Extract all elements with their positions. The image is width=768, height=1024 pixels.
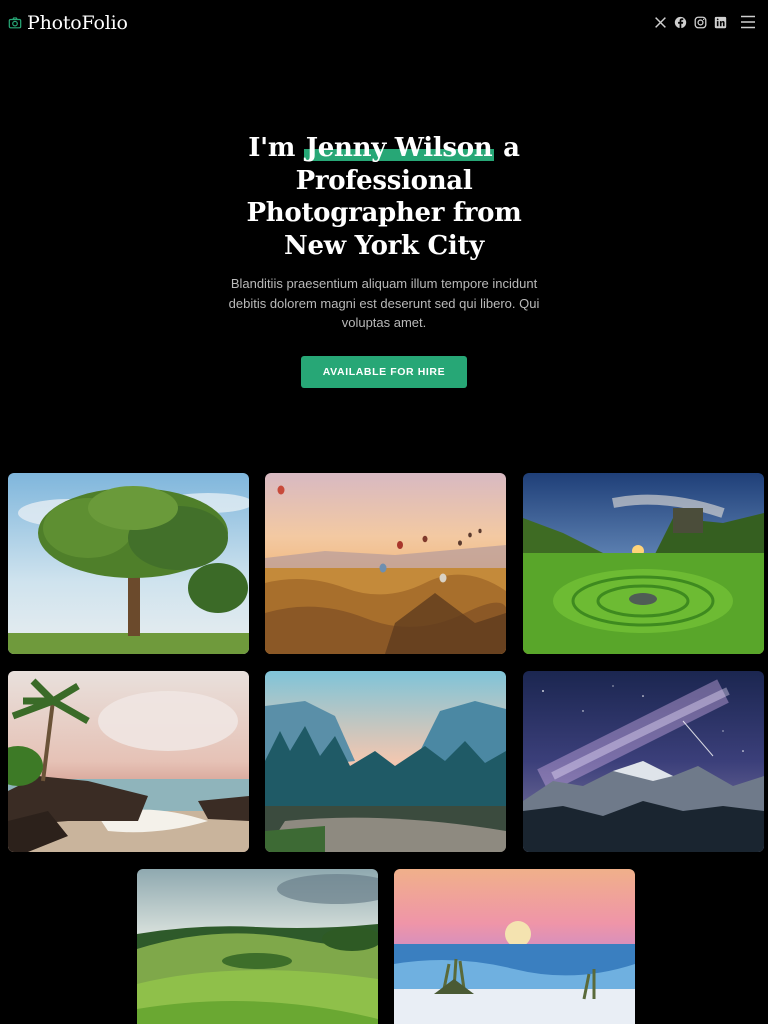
highlighted-name: Jenny Wilson [303, 133, 494, 163]
instagram-icon[interactable] [694, 16, 707, 29]
brand-name: PhotoFolio [27, 12, 128, 34]
available-for-hire-button[interactable]: AVAILABLE FOR HIRE [301, 355, 467, 388]
gallery-photo-misty-forest[interactable] [265, 671, 506, 852]
gallery-photo-balloons[interactable] [265, 473, 506, 654]
logo-link[interactable]: PhotoFolio [8, 12, 128, 34]
x-twitter-icon[interactable] [654, 16, 667, 29]
hero-section: I'm Jenny Wilson a Professional Photogra… [0, 132, 768, 388]
camera-icon [8, 17, 22, 29]
gallery-photo-pink-moon[interactable] [394, 869, 635, 1024]
facebook-icon[interactable] [674, 16, 687, 29]
gallery-photo-night-sky[interactable] [523, 671, 764, 852]
gallery-photo-beach-palm[interactable] [8, 671, 249, 852]
social-links [654, 15, 756, 29]
hero-description: Blanditiis praesentium aliquam illum tem… [228, 276, 540, 330]
gallery-photo-tree[interactable] [8, 473, 249, 654]
gallery-photo-green-hills[interactable] [137, 869, 378, 1024]
site-header: PhotoFolio [0, 0, 768, 48]
hero-title: I'm Jenny Wilson a Professional Photogra… [219, 132, 549, 262]
gallery-photo-green-valley[interactable] [523, 473, 764, 654]
photo-gallery [0, 473, 768, 1024]
hero-title-prefix: I'm [248, 133, 296, 163]
hamburger-menu-icon[interactable] [740, 15, 756, 29]
linkedin-icon[interactable] [714, 16, 727, 29]
